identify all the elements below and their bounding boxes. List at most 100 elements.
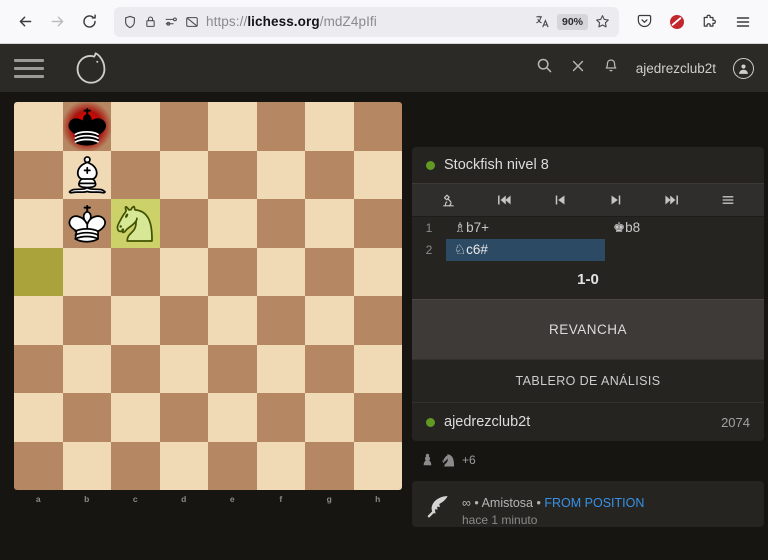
close-icon[interactable] — [570, 58, 586, 79]
lock-icon[interactable] — [144, 15, 157, 28]
rematch-button[interactable]: REVANCHA — [412, 299, 764, 359]
bookmark-star-icon[interactable] — [595, 14, 610, 29]
lichess-knight-logo[interactable] — [70, 47, 112, 89]
feed-variant-link[interactable]: FROM POSITION — [544, 496, 644, 510]
board-square-c5[interactable] — [111, 247, 160, 296]
reader-mode-icon[interactable] — [185, 15, 199, 29]
adblock-icon[interactable] — [662, 7, 692, 37]
board-square-d1[interactable] — [159, 441, 208, 490]
board-square-b5[interactable] — [62, 247, 111, 296]
board-square-f6[interactable] — [256, 199, 305, 248]
board-square-h3[interactable] — [353, 344, 402, 393]
board-square-a6[interactable] — [14, 199, 63, 248]
bell-icon[interactable] — [603, 58, 619, 79]
translate-icon[interactable] — [535, 14, 550, 29]
board-square-h2[interactable] — [353, 393, 402, 442]
first-move-button[interactable] — [484, 189, 524, 211]
board-square-f4[interactable] — [256, 296, 305, 345]
move-white[interactable]: ♗b7+ — [446, 217, 605, 239]
board-square-a4[interactable] — [14, 296, 63, 345]
board-square-h5[interactable] — [353, 247, 402, 296]
board-square-a5[interactable] — [14, 247, 63, 296]
board-square-a7[interactable] — [14, 150, 63, 199]
board-square-f2[interactable] — [256, 393, 305, 442]
board-square-h7[interactable] — [353, 150, 402, 199]
board-square-c6[interactable] — [111, 199, 160, 248]
move-black[interactable]: ♚b8 — [605, 217, 764, 239]
board-square-b8[interactable] — [62, 102, 112, 151]
board-square-f5[interactable] — [256, 247, 305, 296]
board-square-c3[interactable] — [111, 344, 160, 393]
board-square-a1[interactable] — [14, 441, 63, 490]
opponent-name[interactable]: Stockfish nivel 8 — [444, 157, 549, 173]
board-square-b6[interactable] — [62, 199, 112, 248]
board-square-e4[interactable] — [208, 296, 257, 345]
board-square-g3[interactable] — [305, 344, 354, 393]
board-square-g2[interactable] — [305, 393, 354, 442]
board-square-g5[interactable] — [305, 247, 354, 296]
board-square-c1[interactable] — [111, 441, 160, 490]
extensions-puzzle-icon[interactable] — [695, 7, 725, 37]
board-square-e8[interactable] — [208, 102, 257, 151]
board-square-g8[interactable] — [305, 102, 354, 151]
url-bar[interactable]: https://lichess.org/mdZ4pIfi 90% — [114, 6, 619, 37]
board-square-c4[interactable] — [111, 296, 160, 345]
board-square-d7[interactable] — [159, 150, 208, 199]
board-square-f1[interactable] — [256, 441, 305, 490]
board-square-f8[interactable] — [256, 102, 305, 151]
avatar[interactable] — [733, 57, 754, 79]
back-button[interactable] — [10, 7, 40, 37]
board-square-e3[interactable] — [208, 344, 257, 393]
board-square-d6[interactable] — [159, 199, 208, 248]
board-square-h6[interactable] — [353, 199, 402, 248]
board-square-b3[interactable] — [62, 344, 111, 393]
board-square-f3[interactable] — [256, 344, 305, 393]
board-square-b7[interactable] — [62, 150, 112, 200]
board-square-e1[interactable] — [208, 441, 257, 490]
game-feed[interactable]: ∞ • Amistosa • FROM POSITION hace 1 minu… — [412, 481, 764, 527]
board-square-d3[interactable] — [159, 344, 208, 393]
shield-icon[interactable] — [123, 15, 137, 29]
board-square-b4[interactable] — [62, 296, 111, 345]
board-square-a8[interactable] — [14, 102, 63, 151]
analysis-board-button[interactable]: TABLERO DE ANÁLISIS — [412, 359, 764, 402]
board-square-e2[interactable] — [208, 393, 257, 442]
board-square-a2[interactable] — [14, 393, 63, 442]
piece-white-bishop[interactable] — [63, 151, 112, 200]
board-square-d4[interactable] — [159, 296, 208, 345]
board-square-g4[interactable] — [305, 296, 354, 345]
piece-white-king[interactable] — [63, 199, 112, 248]
search-icon[interactable] — [536, 57, 553, 79]
piece-black-king[interactable] — [63, 102, 112, 151]
analysis-microscope-icon[interactable] — [428, 189, 468, 211]
board-square-d2[interactable] — [159, 393, 208, 442]
chess-board[interactable] — [14, 102, 402, 490]
board-square-a3[interactable] — [14, 344, 63, 393]
zoom-level-badge[interactable]: 90% — [556, 13, 588, 30]
board-square-c7[interactable] — [111, 150, 160, 199]
board-square-g7[interactable] — [305, 150, 354, 199]
board-square-h8[interactable] — [353, 102, 402, 151]
url-text[interactable]: https://lichess.org/mdZ4pIfi — [206, 14, 528, 29]
board-square-h1[interactable] — [353, 441, 402, 490]
board-square-c2[interactable] — [111, 393, 160, 442]
piece-white-knight[interactable] — [111, 199, 160, 248]
board-square-b1[interactable] — [62, 441, 111, 490]
save-to-pocket-icon[interactable] — [629, 7, 659, 37]
board-square-h4[interactable] — [353, 296, 402, 345]
board-square-e5[interactable] — [208, 247, 257, 296]
application-menu-icon[interactable] — [728, 7, 758, 37]
next-move-button[interactable] — [596, 189, 636, 211]
board-square-e6[interactable] — [208, 199, 257, 248]
player-name[interactable]: ajedrezclub2t — [444, 414, 530, 430]
board-square-e7[interactable] — [208, 150, 257, 199]
board-square-c8[interactable] — [111, 102, 160, 151]
previous-move-button[interactable] — [540, 189, 580, 211]
board-square-g1[interactable] — [305, 441, 354, 490]
board-square-g6[interactable] — [305, 199, 354, 248]
board-square-f7[interactable] — [256, 150, 305, 199]
last-move-button[interactable] — [652, 189, 692, 211]
reload-button[interactable] — [74, 7, 104, 37]
tracking-protection-icon[interactable] — [164, 15, 178, 29]
panel-menu-button[interactable] — [708, 189, 748, 211]
